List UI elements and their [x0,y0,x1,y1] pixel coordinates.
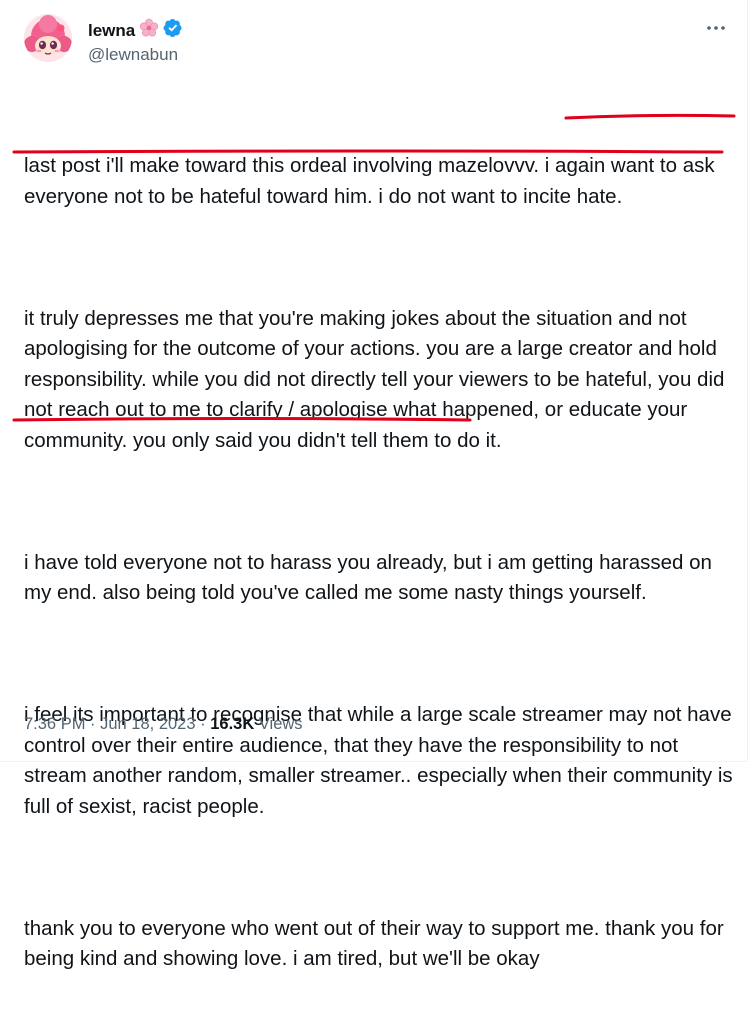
tweet-paragraph: i have told everyone not to harass you a… [24,550,718,605]
tweet-time[interactable]: 7:36 PM [24,713,85,735]
more-options-button[interactable] [704,16,728,40]
tweet-paragraph: it truly depresses me that you're making… [24,306,731,452]
author-name-row[interactable]: lewna [88,18,183,44]
views-label: Views [254,715,303,733]
avatar-illustration [24,14,72,62]
tweet-date[interactable]: Jun 18, 2023 [100,713,195,735]
author-handle[interactable]: @lewnabun [88,44,178,66]
cherry-blossom-icon [139,18,159,44]
avatar[interactable] [24,14,72,62]
meta-separator: · [85,715,101,733]
tweet-meta: 7:36 PM · Jun 18, 2023 · 16.3K Views [24,713,303,735]
author-name[interactable]: lewna [88,20,135,42]
verified-badge-icon[interactable] [163,18,183,44]
tweet-paragraph: thank you to everyone who went out of th… [24,916,730,971]
more-horizontal-icon [707,26,725,30]
views-count[interactable]: 16.3K [210,713,254,735]
tweet-paragraph: last post i'll make toward this ordeal i… [24,154,721,208]
meta-separator: · [195,715,211,733]
tweet-text: last post i'll make toward this ordeal i… [24,90,736,1036]
